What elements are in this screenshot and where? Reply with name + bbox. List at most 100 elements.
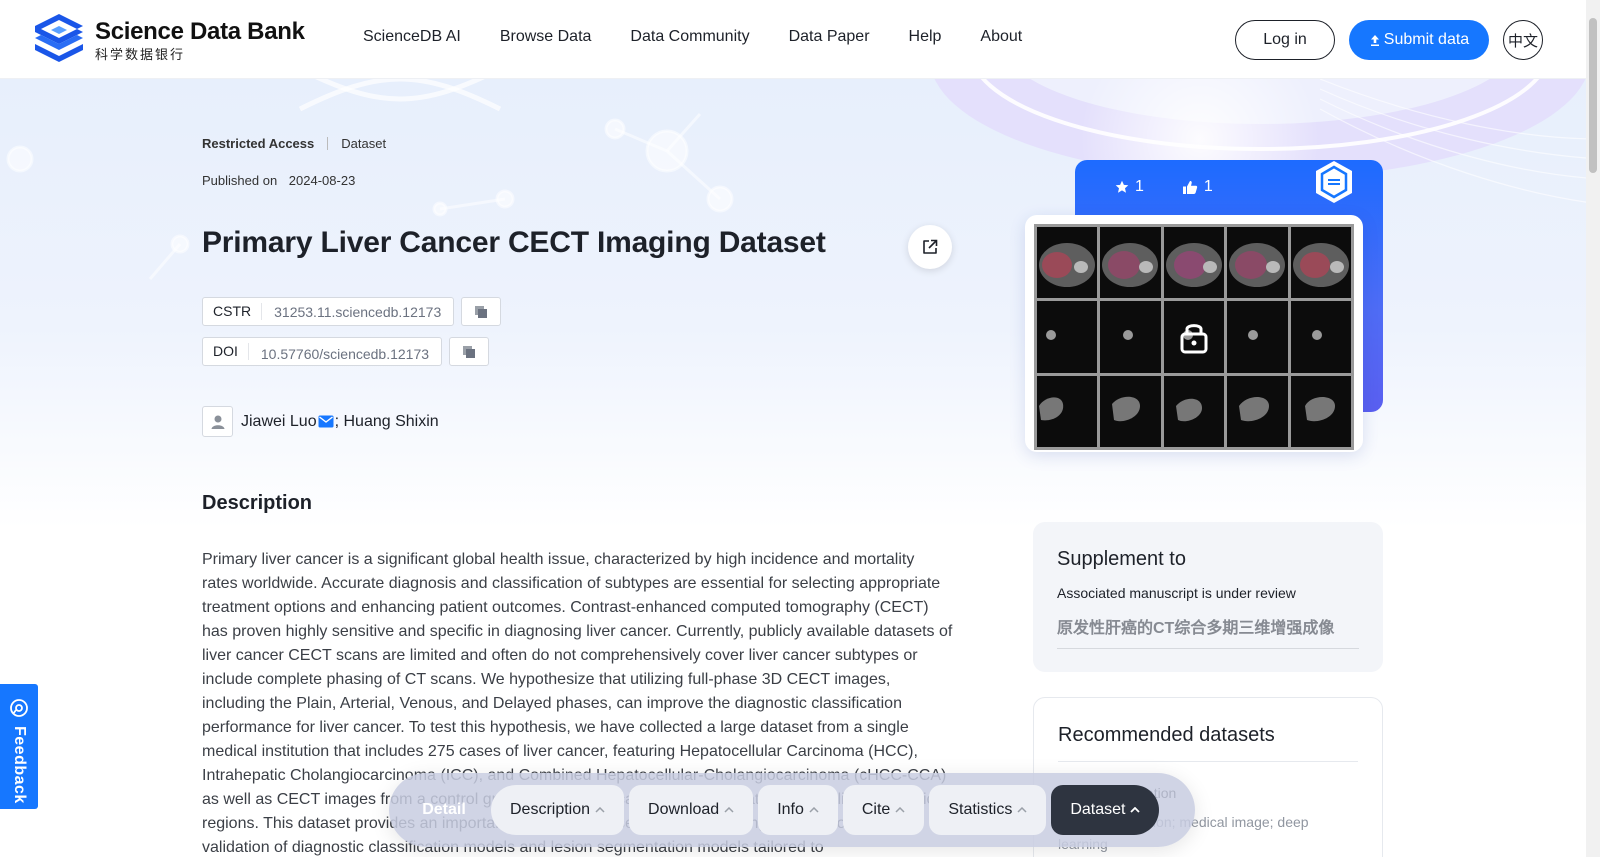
scrollbar-thumb[interactable] [1589, 18, 1597, 173]
certified-badge-icon [1316, 161, 1352, 203]
logo-icon [35, 14, 83, 62]
feedback-button[interactable]: Feedback [0, 684, 38, 809]
chevron-up-icon [1017, 807, 1027, 813]
supplement-heading: Supplement to [1057, 548, 1186, 570]
ct-slice [1290, 301, 1351, 373]
tab-description-label: Description [510, 801, 591, 818]
cstr-row: CSTR 31253.11.sciencedb.12173 [202, 297, 502, 326]
nav-browse-data[interactable]: Browse Data [500, 28, 592, 46]
email-icon[interactable] [318, 415, 334, 428]
page-title: Primary Liver Cancer CECT Imaging Datase… [202, 226, 826, 259]
tab-description[interactable]: Description [491, 785, 625, 835]
language-toggle-button[interactable]: 中文 [1503, 20, 1543, 60]
published-date-value: 2024-08-23 [288, 173, 356, 188]
doi-row: DOI 10.57760/sciencedb.12173 [202, 337, 490, 366]
upload-icon [1370, 34, 1379, 46]
author-separator: ; [334, 412, 344, 430]
ct-slice [1163, 375, 1225, 447]
tab-download-label: Download [648, 801, 720, 818]
logo-text-zh: 科学数据银行 [95, 46, 186, 62]
tab-bar-detail-label: Detail [422, 801, 466, 818]
chevron-up-icon [724, 807, 734, 813]
external-link-icon [923, 239, 938, 254]
main-nav: ScienceDB AI Browse Data Data Community … [363, 28, 1022, 46]
chevron-up-icon [895, 807, 905, 813]
nav-help[interactable]: Help [909, 28, 942, 46]
nav-data-community[interactable]: Data Community [630, 28, 749, 46]
doi-label: DOI [203, 343, 249, 360]
cstr-value: 31253.11.sciencedb.12173 [274, 303, 442, 320]
ct-slice [1037, 227, 1098, 299]
dataset-page: Restricted Access Dataset Published on 2… [0, 0, 1586, 857]
section-tab-bar: Detail Description Download Info Cite St… [389, 773, 1195, 847]
supplement-panel: Supplement to Associated manuscript is u… [1033, 522, 1383, 672]
ct-slice [1100, 227, 1161, 299]
thumbs-up-icon [1182, 180, 1198, 194]
submit-data-button[interactable]: Submit data [1349, 20, 1489, 60]
meta-divider [327, 137, 329, 150]
tab-info[interactable]: Info [758, 785, 838, 835]
login-button[interactable]: Log in [1235, 20, 1335, 60]
ct-slice [1227, 227, 1288, 299]
supplement-paper-title[interactable]: 原发性肝癌的CT综合多期三维增强成像 [1057, 614, 1359, 649]
chevron-up-icon [595, 807, 605, 813]
nav-sciencedb-ai[interactable]: ScienceDB AI [363, 28, 461, 46]
ct-slice [1037, 375, 1098, 447]
resource-type: Dataset [341, 136, 387, 151]
tab-dataset-label: Dataset [1070, 801, 1126, 818]
ct-slice [1100, 301, 1161, 373]
doi-field: DOI 10.57760/sciencedb.12173 [202, 337, 443, 366]
page-scrollbar[interactable] [1586, 0, 1600, 857]
chevron-up-icon [809, 807, 819, 813]
cstr-field: CSTR 31253.11.sciencedb.12173 [202, 297, 455, 326]
nav-about[interactable]: About [980, 28, 1022, 46]
feedback-label: Feedback [11, 726, 28, 804]
author-list: Jiawei Luo ; Huang Shixin [202, 406, 439, 437]
tab-cite-label: Cite [861, 801, 891, 818]
tab-dataset[interactable]: Dataset [1051, 785, 1160, 835]
site-logo[interactable]: Science Data Bank 科学数据银行 [31, 12, 305, 68]
logo-text-en: Science Data Bank [95, 17, 305, 45]
tab-statistics[interactable]: Statistics [929, 785, 1047, 835]
tab-statistics-label: Statistics [948, 801, 1013, 818]
share-button[interactable] [908, 225, 952, 269]
lock-icon [1180, 324, 1208, 354]
like-count[interactable]: 1 [1182, 178, 1213, 196]
ct-slice [1163, 227, 1225, 299]
copy-icon [475, 305, 488, 318]
doi-value: 10.57760/sciencedb.12173 [260, 345, 430, 362]
submit-data-label: Submit data [1383, 31, 1470, 48]
ct-slice [1227, 375, 1288, 447]
star-icon [1115, 180, 1129, 193]
description-heading: Description [202, 492, 313, 514]
author-avatar [202, 406, 233, 437]
copy-icon [463, 345, 476, 358]
supplement-note: Associated manuscript is under review [1057, 585, 1296, 601]
tab-cite[interactable]: Cite [842, 785, 925, 835]
chevron-up-icon [1130, 807, 1141, 813]
author-huang-shixin[interactable]: Huang Shixin [344, 413, 439, 431]
favorite-count[interactable]: 1 [1115, 178, 1144, 196]
user-icon [211, 415, 224, 429]
copy-cstr-button[interactable] [461, 297, 502, 326]
dataset-preview-image[interactable] [1025, 215, 1363, 452]
access-meta: Restricted Access Dataset [202, 136, 386, 151]
recommended-heading: Recommended datasets [1058, 724, 1358, 762]
favorite-count-value: 1 [1135, 178, 1144, 195]
ct-slice [1227, 301, 1288, 373]
ct-slice [1100, 375, 1161, 447]
ct-scan-thumbnail-grid [1034, 224, 1354, 450]
ct-slice [1290, 375, 1351, 447]
ct-slice [1037, 301, 1098, 373]
top-navbar: Science Data Bank 科学数据银行 ScienceDB AI Br… [0, 0, 1586, 79]
cstr-label: CSTR [203, 303, 263, 320]
access-status: Restricted Access [202, 136, 315, 151]
author-jiawei-luo[interactable]: Jiawei Luo [241, 413, 317, 431]
publish-date: Published on 2024-08-23 [202, 173, 355, 188]
tab-info-label: Info [777, 801, 804, 818]
copy-doi-button[interactable] [449, 337, 490, 366]
tab-download[interactable]: Download [629, 785, 754, 835]
nav-data-paper[interactable]: Data Paper [789, 28, 870, 46]
published-label: Published on [202, 173, 278, 188]
ct-slice [1290, 227, 1351, 299]
